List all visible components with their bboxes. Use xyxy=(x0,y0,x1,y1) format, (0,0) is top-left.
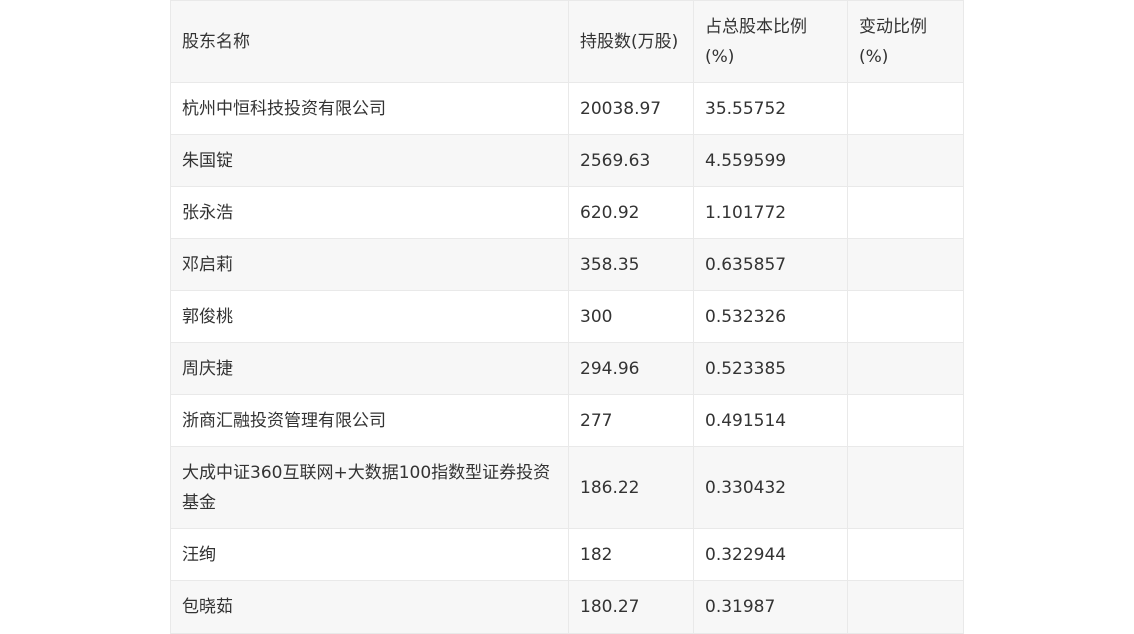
table-row: 张永浩 620.92 1.101772 xyxy=(170,186,964,239)
cell-change xyxy=(847,290,964,343)
cell-name: 杭州中恒科技投资有限公司 xyxy=(170,82,569,135)
cell-ratio: 4.559599 xyxy=(693,134,848,187)
cell-shares: 620.92 xyxy=(568,186,694,239)
table-row: 包晓茹 180.27 0.31987 xyxy=(170,580,964,634)
cell-name: 邓启莉 xyxy=(170,238,569,291)
table-header-row: 股东名称 持股数(万股) 占总股本比例(%) 变动比例(%) xyxy=(170,0,964,83)
cell-ratio: 0.523385 xyxy=(693,342,848,395)
cell-ratio: 0.491514 xyxy=(693,394,848,447)
cell-change xyxy=(847,134,964,187)
table-row: 郭俊桃 300 0.532326 xyxy=(170,290,964,343)
cell-ratio: 0.31987 xyxy=(693,580,848,634)
cell-name: 包晓茹 xyxy=(170,580,569,634)
cell-shares: 20038.97 xyxy=(568,82,694,135)
table-row: 浙商汇融投资管理有限公司 277 0.491514 xyxy=(170,394,964,447)
cell-name: 汪绚 xyxy=(170,528,569,581)
header-shares: 持股数(万股) xyxy=(568,0,694,83)
cell-shares: 180.27 xyxy=(568,580,694,634)
cell-ratio: 1.101772 xyxy=(693,186,848,239)
cell-change xyxy=(847,186,964,239)
cell-shares: 277 xyxy=(568,394,694,447)
table-row: 汪绚 182 0.322944 xyxy=(170,528,964,581)
cell-ratio: 0.330432 xyxy=(693,446,848,529)
cell-ratio: 0.635857 xyxy=(693,238,848,291)
cell-change xyxy=(847,82,964,135)
cell-shares: 358.35 xyxy=(568,238,694,291)
table-row: 大成中证360互联网+大数据100指数型证券投资基金 186.22 0.3304… xyxy=(170,446,964,529)
cell-ratio: 0.322944 xyxy=(693,528,848,581)
table-row: 杭州中恒科技投资有限公司 20038.97 35.55752 xyxy=(170,82,964,135)
table-row: 周庆捷 294.96 0.523385 xyxy=(170,342,964,395)
cell-name: 朱国锭 xyxy=(170,134,569,187)
cell-change xyxy=(847,528,964,581)
cell-name: 浙商汇融投资管理有限公司 xyxy=(170,394,569,447)
cell-change xyxy=(847,580,964,634)
cell-shares: 186.22 xyxy=(568,446,694,529)
shareholder-table: 股东名称 持股数(万股) 占总股本比例(%) 变动比例(%) 杭州中恒科技投资有… xyxy=(170,0,964,634)
cell-name: 大成中证360互联网+大数据100指数型证券投资基金 xyxy=(170,446,569,529)
cell-shares: 294.96 xyxy=(568,342,694,395)
cell-shares: 182 xyxy=(568,528,694,581)
cell-change xyxy=(847,394,964,447)
cell-ratio: 35.55752 xyxy=(693,82,848,135)
cell-change xyxy=(847,446,964,529)
cell-name: 张永浩 xyxy=(170,186,569,239)
cell-change xyxy=(847,238,964,291)
shareholder-table-container: 股东名称 持股数(万股) 占总股本比例(%) 变动比例(%) 杭州中恒科技投资有… xyxy=(170,0,964,634)
cell-shares: 2569.63 xyxy=(568,134,694,187)
cell-name: 郭俊桃 xyxy=(170,290,569,343)
table-row: 朱国锭 2569.63 4.559599 xyxy=(170,134,964,187)
cell-shares: 300 xyxy=(568,290,694,343)
table-row: 邓启莉 358.35 0.635857 xyxy=(170,238,964,291)
cell-change xyxy=(847,342,964,395)
cell-ratio: 0.532326 xyxy=(693,290,848,343)
header-change: 变动比例(%) xyxy=(847,0,964,83)
cell-name: 周庆捷 xyxy=(170,342,569,395)
header-shareholder-name: 股东名称 xyxy=(170,0,569,83)
header-ratio: 占总股本比例(%) xyxy=(693,0,848,83)
